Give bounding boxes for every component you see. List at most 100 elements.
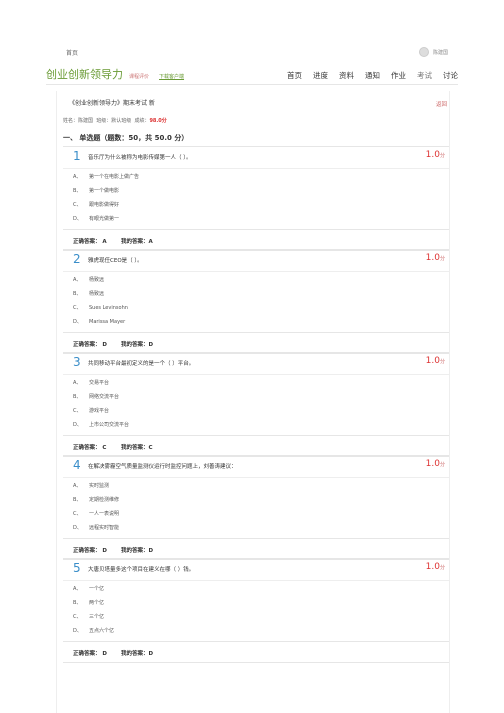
question-text: 共同移动平台最初定义的是一个（ ）平台。: [88, 361, 195, 367]
question-number: 3: [73, 355, 81, 369]
option-text: 有眼光做第一: [89, 216, 120, 222]
option-d: D、 Marissa Mayer: [73, 318, 125, 325]
my-answer: 我的答案：A: [121, 239, 153, 245]
option-letter: D、: [73, 422, 82, 428]
option-d: D、 上市公司交流平台: [73, 421, 129, 428]
score-value: 1.0: [425, 150, 440, 160]
option-c: C、 Sues Levinsohn: [73, 304, 128, 311]
nav-homework[interactable]: 作业: [391, 70, 406, 81]
option-text: 跟电影做得好: [89, 202, 120, 208]
my-answer: 我的答案：D: [121, 651, 154, 657]
question-text: 大唐贝塔量多这个项目在建义在哪（ ）钱。: [88, 567, 195, 573]
score-value: 1.0: [425, 562, 440, 572]
option-text: 两个亿: [89, 600, 105, 606]
course-title[interactable]: 创业创新领导力: [46, 66, 123, 82]
exam-panel: 《创业创新领导力》期末考试 新 返回 姓名：陈建国 班级：默认班级 成绩：98.…: [56, 91, 450, 713]
correct-answer: 正确答案： D: [73, 651, 107, 657]
score-value: 1.0: [425, 253, 440, 263]
correct-answer: 正确答案： D: [73, 342, 107, 348]
student-info: 姓名：陈建国 班级：默认班级 成绩：98.0分: [63, 117, 167, 124]
nav-notices[interactable]: 通知: [365, 70, 380, 81]
option-letter: C、: [73, 511, 82, 517]
option-letter: D、: [73, 628, 82, 634]
option-c: C、 游戏平台: [73, 407, 109, 414]
question-header: 4 在解决雾霾空气质量监测仪运行时监控问题上，刘善涛建议： 1.0分: [63, 455, 449, 478]
back-link[interactable]: 返回: [436, 100, 447, 108]
option-letter: B、: [73, 188, 82, 194]
option-d: D、 五点六个亿: [73, 627, 114, 634]
option-text: 远程实时智能: [89, 525, 120, 531]
question-header: 2 雅虎现任CEO是（ ）。 1.0分: [63, 249, 449, 272]
question-score: 1.0分: [426, 356, 445, 366]
course-header: 创业创新领导力 课程评价 下载客户端 首页 进度 资料 通知 作业 考试 讨论: [46, 66, 458, 82]
score-value: 1.0: [425, 356, 440, 366]
option-text: 定期检测维修: [89, 497, 120, 503]
nav-discussion[interactable]: 讨论: [443, 70, 458, 81]
option-letter: A、: [73, 483, 82, 489]
answer-row: 正确答案： D 我的答案：D: [63, 332, 449, 354]
score-unit: 分: [439, 153, 445, 159]
option-text: 第一个做电影: [89, 188, 120, 194]
option-letter: A、: [73, 380, 82, 386]
nav-materials[interactable]: 资料: [339, 70, 354, 81]
option-text: Marissa Mayer: [89, 319, 126, 325]
student-name: 陈建国: [78, 118, 94, 124]
option-letter: D、: [73, 319, 82, 325]
home-link[interactable]: 首页: [66, 48, 78, 57]
download-client-link[interactable]: 下载客户端: [159, 73, 184, 80]
option-text: 网络交流平台: [89, 394, 120, 400]
option-text: 杨致远: [89, 277, 105, 283]
answer-row: 正确答案： A 我的答案：A: [63, 229, 449, 251]
course-evaluation-link[interactable]: 课程评价: [129, 73, 149, 80]
option-a: A、 实时监测: [73, 482, 109, 489]
option-a: A、 杨致远: [73, 276, 104, 283]
nav-progress[interactable]: 进度: [313, 70, 328, 81]
option-text: 五点六个亿: [89, 628, 115, 634]
nav-exam[interactable]: 考试: [417, 70, 432, 81]
option-letter: D、: [73, 216, 82, 222]
answer-row: 正确答案： C 我的答案：C: [63, 435, 449, 457]
question-score: 1.0分: [426, 459, 445, 469]
avatar[interactable]: [418, 47, 429, 57]
question-number: 1: [73, 149, 81, 163]
option-text: 实时监测: [89, 483, 110, 489]
exam-title: 《创业创新领导力》期末考试 新: [69, 100, 155, 107]
my-answer: 我的答案：D: [121, 342, 154, 348]
option-text: Sues Levinsohn: [89, 305, 128, 311]
header-divider: [46, 84, 458, 85]
user-info[interactable]: 陈建国: [418, 47, 448, 57]
option-letter: D、: [73, 525, 82, 531]
option-letter: A、: [73, 174, 82, 180]
option-text: 第一个在电影上做广告: [89, 174, 140, 180]
total-score: 98.0分: [149, 118, 167, 124]
score-unit: 分: [439, 359, 445, 365]
nav-home[interactable]: 首页: [287, 70, 302, 81]
name-label: 姓名：: [63, 118, 79, 124]
question-number: 5: [73, 561, 81, 575]
option-d: D、 有眼光做第一: [73, 215, 119, 222]
question-text: 音乐厅为什么被称为电影传媒第一人（ ）。: [88, 155, 192, 161]
question-text: 雅虎现任CEO是（ ）。: [88, 258, 143, 264]
option-a: A、 第一个在电影上做广告: [73, 173, 139, 180]
correct-answer: 正确答案： D: [73, 548, 107, 554]
option-b: B、 第一个做电影: [73, 187, 119, 194]
option-letter: A、: [73, 586, 82, 592]
score-label: 成绩：: [134, 118, 150, 124]
option-b: B、 定期检测维修: [73, 496, 119, 503]
option-text: 三个亿: [89, 614, 105, 620]
class-name: 默认班级: [111, 118, 132, 124]
option-text: 一个亿: [89, 586, 105, 592]
option-b: B、 两个亿: [73, 599, 104, 606]
main-nav: 首页 进度 资料 通知 作业 考试 讨论: [287, 70, 458, 81]
option-letter: B、: [73, 600, 82, 606]
question-text: 在解决雾霾空气质量监测仪运行时监控问题上，刘善涛建议：: [88, 464, 237, 470]
question-header: 5 大唐贝塔量多这个项目在建义在哪（ ）钱。 1.0分: [63, 558, 449, 581]
answer-row: 正确答案： D 我的答案：D: [63, 538, 449, 560]
option-letter: C、: [73, 408, 82, 414]
option-text: 杨致远: [89, 291, 105, 297]
option-d: D、 远程实时智能: [73, 524, 119, 531]
option-a: A、 一个亿: [73, 585, 104, 592]
question-score: 1.0分: [426, 150, 445, 160]
score-unit: 分: [439, 256, 445, 262]
option-letter: B、: [73, 394, 82, 400]
